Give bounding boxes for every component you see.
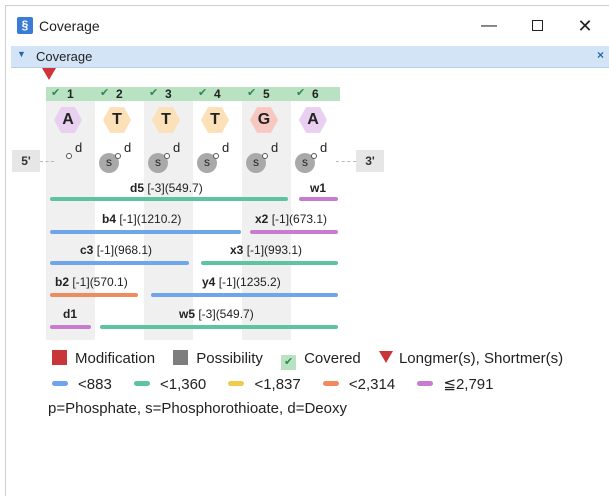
fragment-bar[interactable] xyxy=(151,293,338,297)
sugar-link-icon xyxy=(311,153,317,159)
legend-modification: Modification xyxy=(52,350,155,367)
column-header-3[interactable]: ✔ 3 xyxy=(144,87,193,101)
fragment-label[interactable]: w1 xyxy=(310,181,326,195)
fragment-bar[interactable] xyxy=(50,261,189,265)
legend-range: <2,314 xyxy=(322,376,395,393)
modification-marker-icon xyxy=(42,68,56,80)
title-bar[interactable]: § Coverage — ✕ xyxy=(6,6,609,44)
deoxy-label: d xyxy=(320,140,328,155)
fragment-bar[interactable] xyxy=(50,197,288,201)
panel-title: Coverage xyxy=(36,49,93,64)
fragment-label[interactable]: d5 [-3](549.7) xyxy=(130,181,203,195)
legend-range: <1,360 xyxy=(133,376,206,393)
fragment-bar[interactable] xyxy=(50,293,138,297)
five-prime-terminal: 5' xyxy=(12,150,40,172)
fragment-label[interactable]: b4 [-1](1210.2) xyxy=(102,212,181,226)
coverage-window: § Coverage — ✕ ▼ Coverage × ✔ 1 ✔ 2 ✔ 3 ✔ 4 … xyxy=(5,5,609,496)
deoxy-label: d xyxy=(173,140,181,155)
range-swatch-icon xyxy=(228,381,245,386)
collapse-arrow-icon[interactable]: ▼ xyxy=(17,49,26,59)
deoxy-label: d xyxy=(124,140,132,155)
fragment-bar[interactable] xyxy=(50,325,91,329)
maximize-button[interactable] xyxy=(517,12,557,40)
window-title: Coverage xyxy=(39,18,100,34)
sequence-app-icon: § xyxy=(17,17,33,34)
column-header-1[interactable]: ✔ 1 xyxy=(46,87,95,101)
fragment-bar[interactable] xyxy=(250,230,338,234)
check-icon: ✔ xyxy=(296,87,306,99)
fragment-label[interactable]: x3 [-1](993.1) xyxy=(230,243,302,257)
close-button[interactable]: ✕ xyxy=(565,12,605,40)
fragment-bar[interactable] xyxy=(201,261,338,265)
range-swatch-icon xyxy=(322,381,339,386)
sugar-link-icon xyxy=(213,153,219,159)
deoxy-label: d xyxy=(222,140,230,155)
fragment-label[interactable]: c3 [-1](968.1) xyxy=(80,243,152,257)
check-icon: ✔ xyxy=(149,87,159,99)
legend-range: <1,837 xyxy=(228,376,301,393)
sugar-link-icon xyxy=(164,153,170,159)
panel-close-icon[interactable]: × xyxy=(597,48,604,62)
legend-possibility: Possibility xyxy=(173,350,263,367)
sugar-link-icon xyxy=(66,153,72,159)
range-swatch-icon xyxy=(417,381,434,386)
longmer-triangle-icon xyxy=(378,351,393,363)
fragment-label[interactable]: w5 [-3](549.7) xyxy=(179,307,254,321)
legend-longmer: Longmer(s), Shortmer(s) xyxy=(378,350,563,367)
legend-range: <883 xyxy=(52,376,112,393)
legend-range: ≦2,791 xyxy=(417,375,493,393)
covered-check-icon: ✔ xyxy=(281,355,297,370)
fragment-label[interactable]: b2 [-1](570.1) xyxy=(55,275,128,289)
check-icon: ✔ xyxy=(198,87,208,99)
backbone-line xyxy=(336,161,356,162)
check-icon: ✔ xyxy=(247,87,257,99)
fragment-bar[interactable] xyxy=(299,197,338,201)
column-header-2[interactable]: ✔ 2 xyxy=(95,87,144,101)
fragment-bar[interactable] xyxy=(100,325,338,329)
legend-mass-ranges: <883 <1,360 <1,837 <2,314 ≦2,791 xyxy=(52,375,493,393)
three-prime-terminal: 3' xyxy=(356,150,384,172)
deoxy-label: d xyxy=(75,140,83,155)
minimize-button[interactable]: — xyxy=(469,12,509,40)
check-icon: ✔ xyxy=(100,87,110,99)
range-swatch-icon xyxy=(52,381,68,386)
abbreviations-note: p=Phosphate, s=Phosphorothioate, d=Deoxy xyxy=(48,400,347,417)
fragment-label[interactable]: d1 xyxy=(63,307,77,321)
fragment-bar[interactable] xyxy=(50,230,241,234)
deoxy-label: d xyxy=(271,140,279,155)
maximize-icon xyxy=(531,20,543,32)
column-header-5[interactable]: ✔ 5 xyxy=(242,87,291,101)
fragment-label[interactable]: x2 [-1](673.1) xyxy=(255,212,327,226)
check-icon: ✔ xyxy=(51,87,61,99)
column-header-6[interactable]: ✔ 6 xyxy=(291,87,340,101)
backbone-line xyxy=(40,161,54,162)
fragment-label[interactable]: y4 [-1](1235.2) xyxy=(202,275,281,289)
column-header-4[interactable]: ✔ 4 xyxy=(193,87,242,101)
sugar-link-icon xyxy=(115,153,121,159)
sugar-link-icon xyxy=(262,153,268,159)
legend-symbols: Modification Possibility ✔ Covered Longme… xyxy=(52,350,563,370)
modification-swatch-icon xyxy=(52,350,67,365)
legend-covered: ✔ Covered xyxy=(281,350,361,370)
coverage-panel-header[interactable]: ▼ Coverage × xyxy=(11,46,609,68)
range-swatch-icon xyxy=(133,381,150,386)
possibility-swatch-icon xyxy=(173,350,189,365)
